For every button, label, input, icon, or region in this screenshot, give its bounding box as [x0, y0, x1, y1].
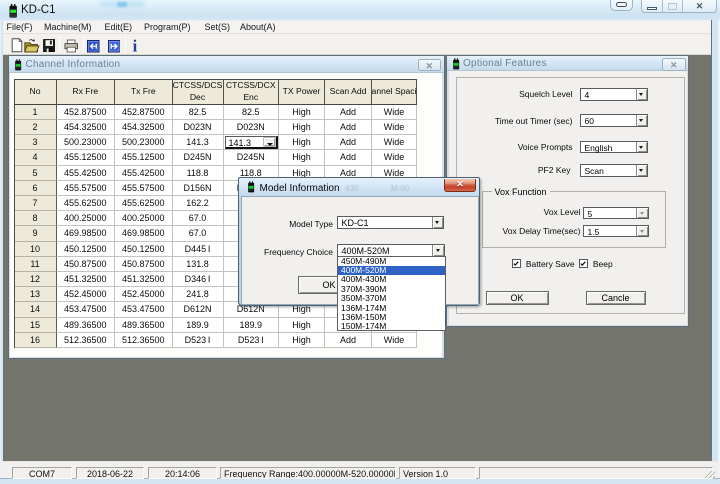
svg-text:i: i	[132, 38, 137, 53]
